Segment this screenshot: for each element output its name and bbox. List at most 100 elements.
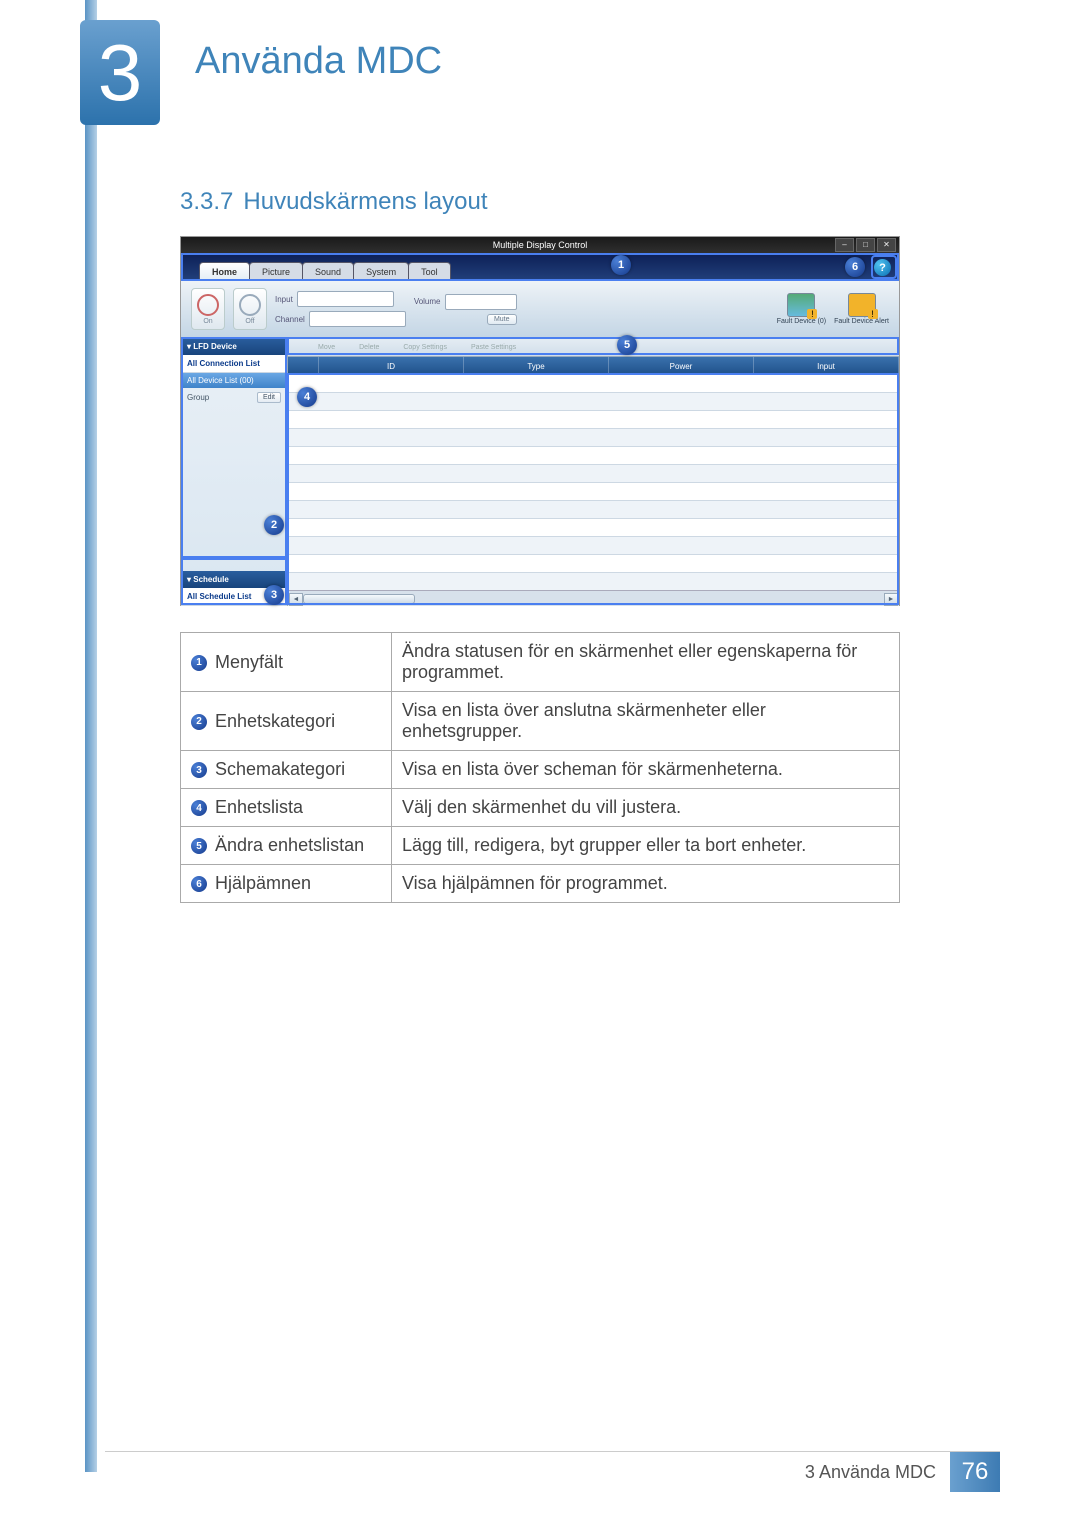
legend-num: 1 [191, 655, 207, 671]
footer-label: 3 Använda MDC [805, 1462, 950, 1483]
legend-desc: Välj den skärmenhet du vill justera. [392, 789, 900, 827]
callout-4: 4 [297, 387, 317, 407]
edit-button[interactable]: Edit [257, 392, 281, 403]
legend-key: Schemakategori [215, 759, 345, 779]
table-row[interactable] [288, 429, 899, 447]
table-row[interactable] [288, 411, 899, 429]
action-move[interactable]: Move [318, 344, 335, 351]
action-delete[interactable]: Delete [359, 344, 379, 351]
page-number: 76 [950, 1452, 1000, 1492]
actions-row: Move Delete Copy Settings Paste Settings [288, 338, 899, 357]
sidebar-group-row: Group Edit [181, 388, 287, 407]
table-row[interactable] [288, 519, 899, 537]
sidebar-group-label: Group [187, 393, 209, 402]
table-row[interactable] [288, 447, 899, 465]
action-copy[interactable]: Copy Settings [403, 344, 447, 351]
table-row[interactable] [288, 393, 899, 411]
sidebar-lfd-header[interactable]: ▾ LFD Device [181, 338, 287, 355]
sidebar: ▾ LFD Device All Connection List All Dev… [181, 338, 288, 606]
help-icon[interactable]: ? [874, 259, 891, 276]
action-paste[interactable]: Paste Settings [471, 344, 516, 351]
scroll-right-icon[interactable]: ► [884, 593, 898, 606]
tab-sound[interactable]: Sound [302, 262, 354, 281]
channel-spinner[interactable] [309, 311, 406, 327]
legend-row: 6 Hjälpämnen Visa hjälpämnen för programme… [181, 865, 900, 903]
alert-icon [848, 293, 876, 317]
col-checkbox[interactable] [288, 357, 319, 375]
legend-num: 2 [191, 714, 207, 730]
section-number: 3.3.7 [180, 188, 233, 215]
legend-key: Hjälpämnen [215, 873, 311, 893]
scroll-left-icon[interactable]: ◄ [289, 593, 303, 606]
section-name: Huvudskärmens layout [243, 188, 487, 215]
page-footer: 3 Använda MDC 76 [85, 1452, 1000, 1492]
tab-system[interactable]: System [353, 262, 409, 281]
power-off-button[interactable]: Off [233, 288, 267, 330]
table-row[interactable] [288, 573, 899, 590]
legend-desc: Visa en lista över anslutna skärmenheter… [392, 692, 900, 751]
callout-6: 6 [845, 257, 865, 277]
legend-row: 1 Menyfält Ändra statusen för en skärmenhe… [181, 633, 900, 692]
legend-key: Enhetskategori [215, 711, 335, 731]
table-row[interactable] [288, 501, 899, 519]
section-title: 3.3.7 Huvudskärmens layout [180, 188, 488, 216]
maximize-button[interactable]: □ [856, 238, 875, 252]
app-screenshot: Multiple Display Control – □ ✕ Home Pict… [180, 236, 900, 606]
sidebar-device-list[interactable]: All Device List (00) [181, 373, 287, 388]
volume-select[interactable] [445, 294, 517, 310]
legend-key: Ändra enhetslistan [215, 835, 364, 855]
mute-button[interactable]: Mute [487, 314, 517, 325]
table-row[interactable] [288, 465, 899, 483]
legend-desc: Ändra statusen för en skärmenhet eller e… [392, 633, 900, 692]
tab-picture[interactable]: Picture [249, 262, 303, 281]
legend-row: 3SchemakategoriVisa en lista över schema… [181, 751, 900, 789]
chapter-tab: 3 [80, 20, 160, 125]
input-select[interactable] [297, 291, 394, 307]
window-titlebar: Multiple Display Control – □ ✕ [181, 237, 899, 253]
fault-device-icon [787, 293, 815, 317]
fault-device[interactable]: Fault Device (0) [777, 293, 826, 325]
table-row[interactable] [288, 555, 899, 573]
chapter-title: Använda MDC [195, 40, 442, 83]
legend-num: 6 [191, 876, 207, 892]
legend-key: Menyfält [215, 652, 283, 672]
table-row[interactable] [288, 483, 899, 501]
chapter-number: 3 [98, 27, 143, 119]
callout-5: 5 [617, 335, 637, 355]
power-on-button[interactable]: On [191, 288, 225, 330]
legend-table: 1 Menyfält Ändra statusen för en skärmenhe… [180, 632, 900, 903]
legend-desc: Lägg till, redigera, byt grupper eller t… [392, 827, 900, 865]
fault-alert[interactable]: Fault Device Alert [834, 293, 889, 325]
callout-3: 3 [264, 585, 284, 605]
tab-tool[interactable]: Tool [408, 262, 451, 281]
callout-2: 2 [264, 515, 284, 535]
legend-num: 5 [191, 838, 207, 854]
device-grid[interactable] [288, 375, 899, 590]
volume-field: Volume [414, 294, 517, 310]
body-area: ▾ LFD Device All Connection List All Dev… [181, 338, 899, 606]
window-buttons: – □ ✕ [835, 238, 896, 252]
channel-field: Channel [275, 311, 406, 327]
col-id[interactable]: ID [319, 357, 464, 375]
col-input[interactable]: Input [754, 357, 899, 375]
horizontal-scrollbar[interactable]: ◄ ► [288, 590, 899, 606]
window-title: Multiple Display Control [493, 240, 588, 250]
sidebar-connection-list[interactable]: All Connection List [181, 355, 287, 373]
input-field: Input [275, 291, 406, 307]
close-button[interactable]: ✕ [877, 238, 896, 252]
legend-num: 4 [191, 800, 207, 816]
table-row[interactable] [288, 537, 899, 555]
legend-desc: Visa hjälpämnen för programmet. [392, 865, 900, 903]
table-header: ID Type Power Input [288, 357, 899, 375]
legend-row: 5 Ändra enhetslistan Lägg till, redigera, … [181, 827, 900, 865]
tab-home[interactable]: Home [199, 262, 250, 281]
col-type[interactable]: Type [464, 357, 609, 375]
legend-key: Enhetslista [215, 797, 303, 817]
table-row[interactable] [288, 375, 899, 393]
minimize-button[interactable]: – [835, 238, 854, 252]
legend-num: 3 [191, 762, 207, 778]
col-power[interactable]: Power [609, 357, 754, 375]
toolbar: On Off Input Channel Volume Mute Fault D… [181, 281, 899, 338]
legend-row: 2 Enhetskategori Visa en lista över anslut… [181, 692, 900, 751]
side-band [85, 0, 97, 1472]
